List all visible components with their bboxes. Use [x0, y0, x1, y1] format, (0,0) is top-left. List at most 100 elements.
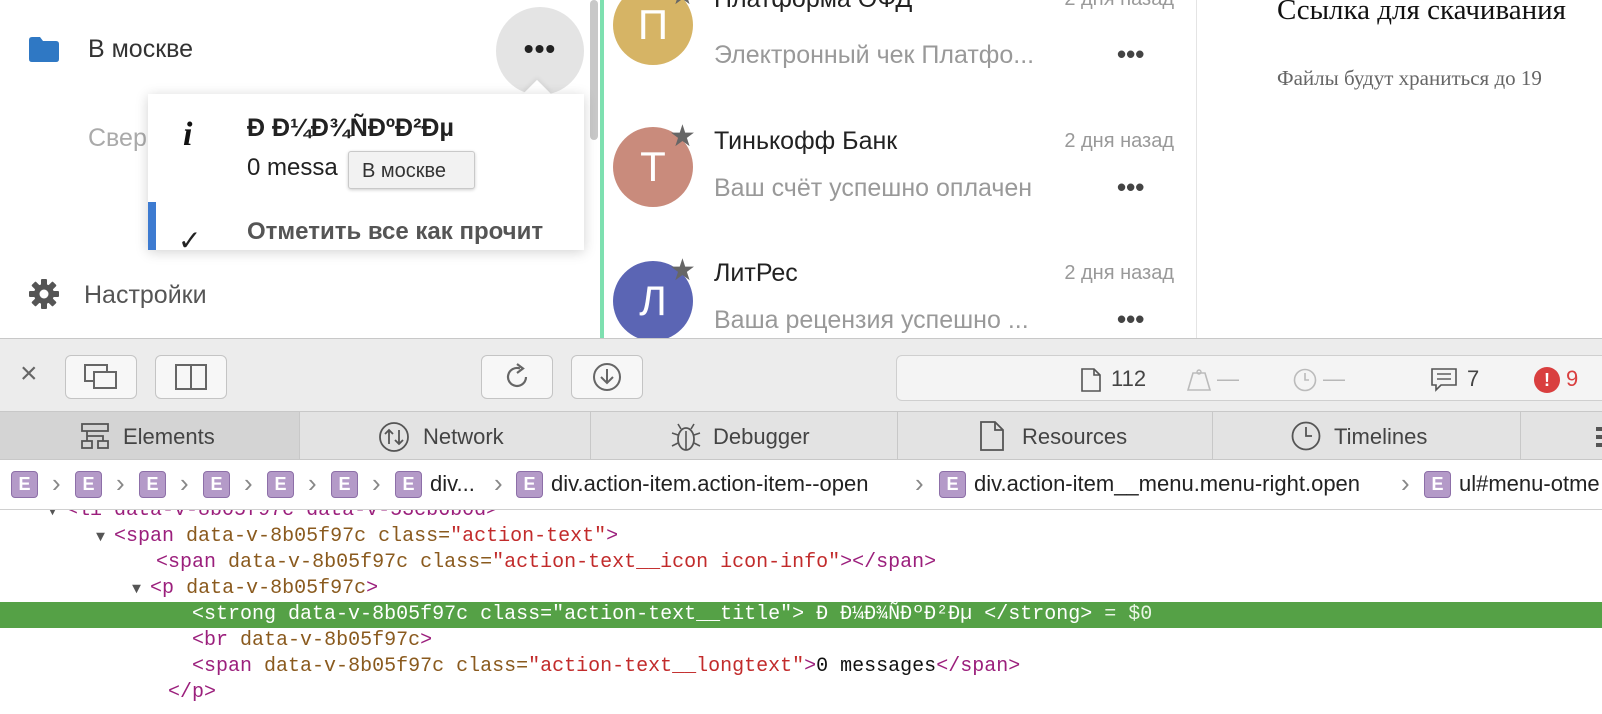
tab-overflow[interactable]	[1521, 412, 1602, 459]
info-icon: i	[183, 116, 193, 153]
dock-side-button[interactable]	[155, 355, 227, 399]
tab-resources[interactable]: Resources	[898, 412, 1213, 459]
menu-item-subtitle: 0 messa	[247, 154, 338, 181]
list-divider	[600, 0, 604, 338]
element-icon: E	[939, 470, 966, 498]
list-item[interactable]: Л ★ ЛитРес 2 дня назад Ваша рецензия усп…	[606, 252, 1196, 338]
check-icon: ✓	[178, 225, 202, 250]
tab-label: Timelines	[1334, 424, 1428, 449]
breadcrumb-label: div...	[430, 471, 475, 497]
console-icon	[1431, 368, 1457, 393]
disclosure-triangle-icon[interactable]: ▼	[132, 581, 150, 598]
reader-title: Ссылка для скачивания	[1277, 0, 1567, 26]
breadcrumb-item[interactable]: E	[11, 470, 38, 500]
dom-node[interactable]: ▼ <p data-v-8b05f97c>	[0, 576, 1602, 602]
dock-icon	[175, 364, 207, 390]
breadcrumb-item[interactable]: Ediv...	[395, 470, 475, 500]
message-more-icon[interactable]: •••	[1117, 39, 1144, 70]
disclosure-triangle-icon[interactable]: ▼	[48, 510, 66, 520]
dom-node[interactable]: ▼ <span data-v-8b05f97c class="action-te…	[0, 524, 1602, 550]
breadcrumb-item[interactable]: E	[267, 470, 294, 500]
reload-button[interactable]	[481, 355, 553, 399]
breadcrumb-item[interactable]: E	[331, 470, 358, 500]
reload-icon	[506, 363, 528, 388]
console-counter[interactable]: 7	[1431, 366, 1479, 393]
resources-counter[interactable]: 112	[1081, 366, 1146, 392]
chevron-right-icon: ›	[180, 468, 189, 498]
chevron-right-icon: ›	[372, 468, 381, 498]
chevron-right-icon: ›	[244, 468, 253, 498]
message-list: П ★ Платформа ОФД 2 дня назад Электронны…	[606, 0, 1196, 338]
dom-node[interactable]: <span data-v-8b05f97c class="action-text…	[0, 550, 1602, 576]
dom-node[interactable]: ▼ <li data-v-8b05f97c data-v-53cb6b0d>	[0, 510, 1602, 524]
network-icon	[379, 422, 409, 452]
detach-window-button[interactable]	[65, 355, 137, 399]
message-date: 2 дня назад	[1064, 262, 1174, 284]
breadcrumb-label: ul#menu-otme	[1459, 471, 1600, 497]
dom-node[interactable]: <br data-v-8b05f97c>	[0, 628, 1602, 654]
message-preview: Электронный чек Платфо...	[714, 41, 1035, 69]
bug-icon	[671, 423, 701, 451]
load-time: —	[1323, 366, 1345, 391]
element-icon: E	[331, 470, 358, 498]
document-icon	[980, 421, 1004, 451]
clock-icon	[1291, 421, 1321, 451]
inspector-tabs: Elements Network Debugger Resources Time…	[0, 412, 1602, 460]
disclosure-triangle-icon[interactable]: ▼	[96, 529, 114, 546]
message-more-icon[interactable]: •••	[1117, 304, 1144, 335]
breadcrumb-item[interactable]: Ediv.action-item__menu.menu-right.open	[939, 470, 1360, 500]
breadcrumb-item[interactable]: Eul#menu-otme	[1424, 470, 1600, 500]
message-date: 2 дня назад	[1064, 0, 1174, 11]
mark-all-read-item[interactable]: Отметить все как прочит	[247, 218, 543, 246]
sidebar-item-label[interactable]: Свер	[88, 124, 147, 153]
message-more-icon[interactable]: •••	[1117, 172, 1144, 203]
sidebar-scrollbar[interactable]	[590, 0, 598, 140]
tab-timelines[interactable]: Timelines	[1213, 412, 1521, 459]
star-icon[interactable]: ★	[669, 253, 696, 288]
breadcrumb-item[interactable]: Ediv.action-item.action-item--open	[516, 470, 869, 500]
tab-network[interactable]: Network	[300, 412, 591, 459]
breadcrumb-label: div.action-item__menu.menu-right.open	[974, 471, 1361, 497]
tab-label: Debugger	[713, 424, 810, 449]
list-item[interactable]: П ★ Платформа ОФД 2 дня назад Электронны…	[606, 0, 1196, 119]
activity-viewer: 112 — — 7 ! 9	[896, 355, 1602, 401]
sidebar-item-folder[interactable]: В москве	[0, 0, 580, 100]
elements-icon	[81, 423, 109, 449]
star-icon[interactable]: ★	[669, 119, 696, 154]
clock-icon	[1293, 368, 1317, 392]
folder-icon	[29, 37, 59, 62]
chevron-right-icon: ›	[1401, 468, 1410, 498]
menu-active-indicator	[148, 202, 156, 250]
breadcrumb-item[interactable]: E	[203, 470, 230, 500]
tab-elements[interactable]: Elements	[0, 412, 300, 459]
dom-node[interactable]: <span data-v-8b05f97c class="action-text…	[0, 654, 1602, 680]
list-item[interactable]: Т ★ Тинькофф Банк 2 дня назад Ваш счёт у…	[606, 118, 1196, 252]
inspector-toolbar: × 112 — — 7 ! 9	[0, 338, 1602, 412]
document-icon	[1081, 368, 1101, 392]
element-icon: E	[395, 470, 422, 498]
tab-label: Network	[423, 424, 504, 449]
star-icon[interactable]: ★	[669, 0, 696, 12]
download-button[interactable]	[571, 355, 643, 399]
breadcrumb-item[interactable]: E	[139, 470, 166, 500]
element-icon: E	[516, 470, 543, 498]
dom-node[interactable]: </p>	[0, 680, 1602, 706]
breadcrumb-item[interactable]: E	[75, 470, 102, 500]
element-icon: E	[75, 470, 102, 498]
close-icon[interactable]: ×	[20, 357, 38, 391]
tab-debugger[interactable]: Debugger	[591, 412, 898, 459]
errors-counter[interactable]: ! 9	[1534, 366, 1579, 394]
error-count: 9	[1566, 366, 1579, 391]
element-icon: E	[1424, 470, 1451, 498]
chevron-right-icon: ›	[915, 468, 924, 498]
more-actions-button[interactable]: •••	[496, 7, 584, 95]
dom-node-selected[interactable]: <strong data-v-8b05f97c class="action-te…	[0, 602, 1602, 628]
tooltip: В москве	[348, 151, 475, 189]
element-icon: E	[11, 470, 38, 498]
network-counter[interactable]: —	[1186, 366, 1239, 392]
settings-button[interactable]: Настройки	[0, 270, 580, 320]
load-time-counter[interactable]: —	[1293, 366, 1345, 392]
resources-count: 112	[1111, 366, 1147, 391]
message-sender: ЛитРес	[714, 259, 798, 287]
web-inspector: × 112 — — 7 ! 9 Elements Network Debugge…	[0, 338, 1602, 714]
